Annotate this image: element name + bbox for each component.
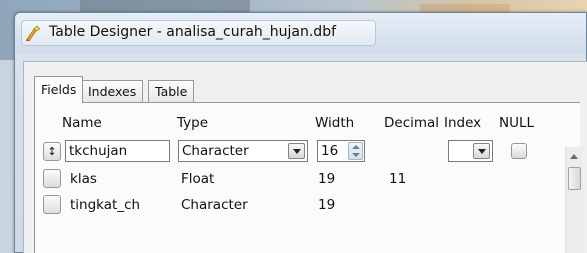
tab-fields[interactable]: Fields <box>34 76 84 103</box>
scroll-up-icon[interactable] <box>570 154 578 159</box>
window-title: Table Designer - analisa_curah_hujan.dbf <box>49 24 337 40</box>
background-blur <box>80 0 250 12</box>
scroll-thumb[interactable] <box>568 167 581 190</box>
field-name: klas <box>70 171 97 187</box>
field-width: 19 <box>318 171 336 187</box>
fields-panel: Name Type Width Decimal Index NULL ↕ tkc… <box>34 102 583 253</box>
tab-indexes[interactable]: Indexes <box>81 80 144 102</box>
column-header-null: NULL <box>499 115 535 131</box>
row-selector[interactable] <box>43 195 61 214</box>
column-header-decimal: Decimal <box>384 115 440 131</box>
column-header-width: Width <box>315 115 355 131</box>
chevron-down-icon[interactable] <box>288 143 305 159</box>
tab-table[interactable]: Table <box>148 80 195 102</box>
field-name-input[interactable]: tkchujan <box>65 140 170 162</box>
field-type: Character <box>181 197 248 213</box>
vertical-scrollbar[interactable] <box>565 147 583 253</box>
table-designer-icon <box>26 25 41 42</box>
chevron-down-icon[interactable] <box>473 143 490 159</box>
table-designer-window: Table Designer - analisa_curah_hujan.dbf… <box>14 12 587 253</box>
column-header-type: Type <box>177 115 209 131</box>
title-bar[interactable]: Table Designer - analisa_curah_hujan.dbf <box>15 13 586 53</box>
row-selector[interactable] <box>43 169 61 188</box>
field-row[interactable]: klas Float 19 11 <box>43 168 563 192</box>
designer-client-area: Fields Indexes Table Name Type Width Dec… <box>23 61 587 253</box>
field-type-value: Character <box>182 143 249 159</box>
field-decimal: 11 <box>389 171 407 187</box>
field-width: 19 <box>318 197 336 213</box>
up-down-arrow-icon[interactable]: ↕ <box>43 142 61 161</box>
column-header-name: Name <box>62 115 102 131</box>
column-header-index: Index <box>444 115 482 131</box>
null-checkbox[interactable] <box>511 143 527 159</box>
field-name: tingkat_ch <box>70 197 141 213</box>
field-type: Float <box>181 171 215 187</box>
spinner-icon[interactable] <box>348 142 363 160</box>
field-row[interactable]: ↕ tkchujan Character 16 <box>43 140 563 164</box>
field-row[interactable]: tingkat_ch Character 19 <box>43 194 563 218</box>
field-width-value: 16 <box>321 143 339 159</box>
